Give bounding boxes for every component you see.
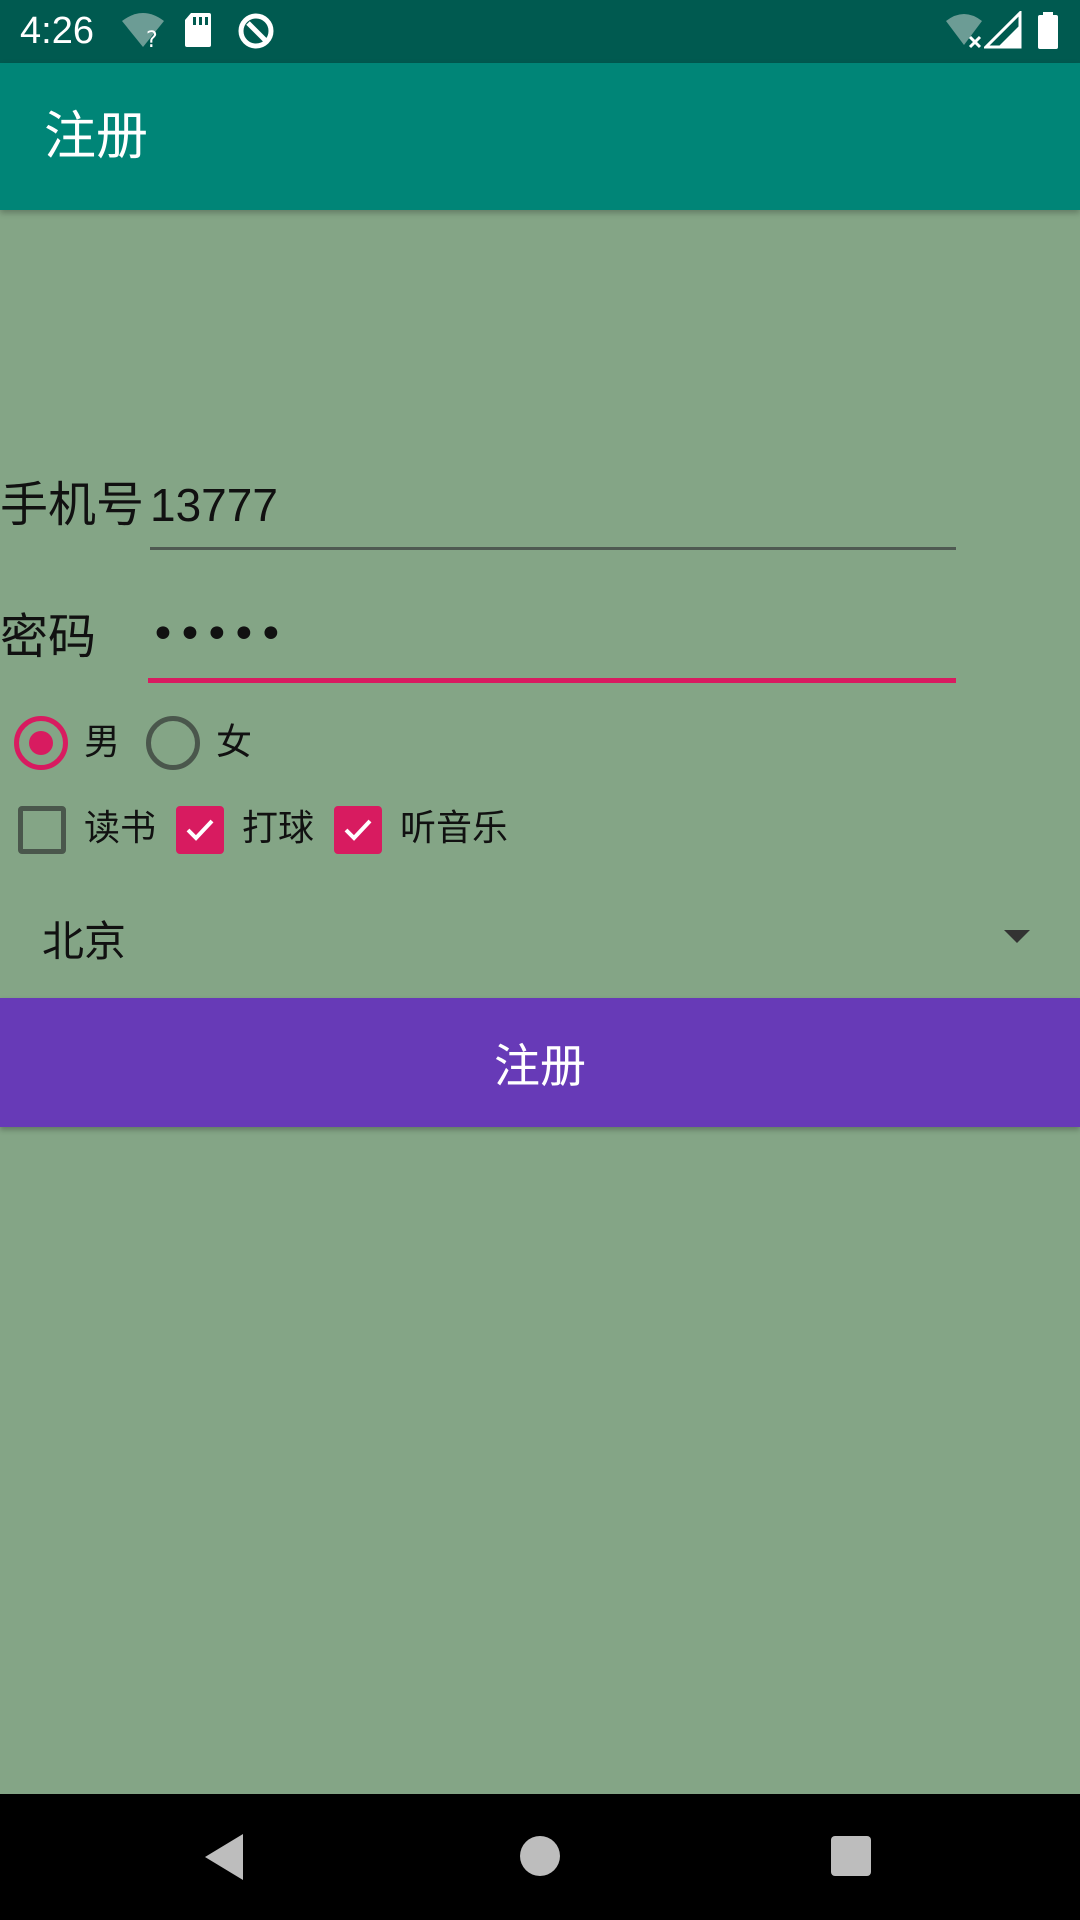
sd-card-icon bbox=[183, 11, 213, 53]
radio-dot bbox=[29, 731, 53, 755]
radio-checked-icon bbox=[14, 716, 68, 770]
dropdown-arrow-icon bbox=[1004, 930, 1030, 943]
password-input[interactable]: ••••• bbox=[150, 605, 285, 665]
check-icon bbox=[186, 819, 214, 841]
radio-male[interactable]: 男 bbox=[14, 716, 124, 774]
app-bar: 注册 bbox=[0, 63, 1080, 210]
home-icon[interactable] bbox=[520, 1836, 560, 1876]
check-icon bbox=[344, 819, 372, 841]
status-bar: 4:26 ? bbox=[0, 0, 1080, 63]
cell-signal-icon bbox=[982, 9, 1022, 53]
back-icon[interactable] bbox=[205, 1834, 243, 1880]
battery-icon bbox=[1036, 11, 1060, 55]
city-selected-value: 北京 bbox=[42, 917, 127, 966]
checkbox-ball-label: 打球 bbox=[242, 808, 315, 849]
page-title: 注册 bbox=[44, 107, 149, 167]
radio-male-label: 男 bbox=[84, 722, 121, 763]
register-screen: 4:26 ? 注册 手机号 13777 密码 ••••• 男 女 读书 打球 听… bbox=[0, 0, 1080, 1920]
checkbox-ball[interactable] bbox=[176, 806, 224, 854]
recents-icon[interactable] bbox=[831, 1836, 871, 1876]
checkbox-music[interactable] bbox=[334, 806, 382, 854]
data-saver-icon bbox=[236, 11, 276, 55]
radio-unchecked-icon bbox=[146, 716, 200, 770]
status-time: 4:26 bbox=[20, 10, 94, 52]
phone-label: 手机号 bbox=[0, 477, 145, 533]
password-label: 密码 bbox=[0, 609, 97, 665]
checkbox-reading[interactable] bbox=[18, 806, 66, 854]
svg-text:?: ? bbox=[146, 28, 158, 51]
wifi-no-internet-icon bbox=[944, 11, 984, 55]
wifi-unknown-icon: ? bbox=[120, 11, 166, 55]
password-input-underline bbox=[148, 678, 956, 683]
radio-female-label: 女 bbox=[216, 722, 253, 763]
radio-female[interactable]: 女 bbox=[146, 716, 266, 774]
phone-input-underline bbox=[150, 547, 956, 550]
register-button[interactable]: 注册 bbox=[0, 998, 1080, 1127]
checkbox-music-label: 听音乐 bbox=[400, 808, 509, 849]
navigation-bar bbox=[0, 1794, 1080, 1920]
checkbox-reading-label: 读书 bbox=[84, 808, 157, 849]
phone-input[interactable]: 13777 bbox=[150, 475, 278, 535]
city-spinner[interactable]: 北京 bbox=[0, 900, 1080, 996]
